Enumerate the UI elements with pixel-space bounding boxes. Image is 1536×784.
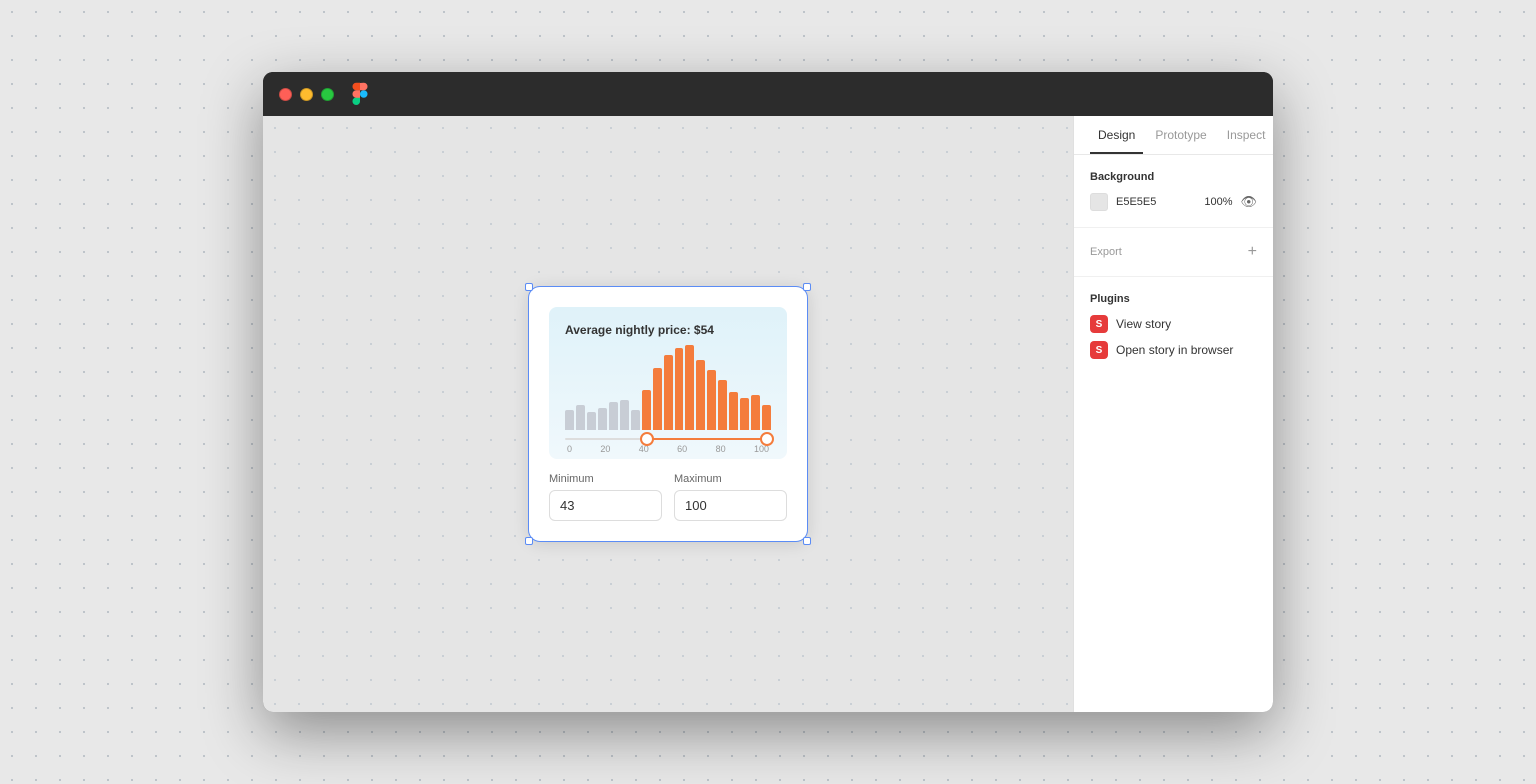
export-section: Export + [1074, 228, 1273, 277]
component-frame: Average nightly price: $54 0204060 [528, 286, 808, 542]
histogram-bar [598, 408, 607, 430]
background-section: Background E5E5E5 100% 👁 [1074, 155, 1273, 228]
color-swatch[interactable] [1090, 193, 1108, 211]
figma-logo [350, 80, 370, 108]
plugin-icon-open-story: S [1090, 341, 1108, 359]
inputs-row: Minimum Maximum [549, 473, 787, 521]
range-slider-track[interactable] [565, 438, 771, 440]
histogram-bar [685, 345, 694, 430]
plugin-label-open-story: Open story in browser [1116, 343, 1233, 357]
plugin-item-view-story[interactable]: S View story [1090, 315, 1257, 333]
histogram-container: 020406080100 [565, 347, 771, 447]
traffic-lights [279, 88, 334, 101]
export-row: Export + [1090, 244, 1257, 260]
app-body: Average nightly price: $54 0204060 [263, 116, 1273, 712]
axis-labels: 020406080100 [565, 444, 771, 454]
close-button[interactable] [279, 88, 292, 101]
handle-tr[interactable] [803, 283, 811, 291]
histogram-bar [642, 390, 651, 430]
tab-design[interactable]: Design [1090, 116, 1143, 154]
range-slider-fill [647, 438, 767, 440]
histogram-bar [653, 368, 662, 430]
histogram-bar [565, 410, 574, 430]
histogram-bar [718, 380, 727, 430]
histogram-bar [762, 405, 771, 430]
histogram-bar [729, 392, 738, 430]
avg-price-label: Average nightly price: $54 [565, 323, 771, 337]
handle-tl[interactable] [525, 283, 533, 291]
right-panel: Design Prototype Inspect Background E5E5… [1073, 116, 1273, 712]
plugins-title: Plugins [1090, 293, 1257, 305]
histogram-bar [576, 405, 585, 430]
export-add-button[interactable]: + [1248, 244, 1257, 260]
range-handle-right[interactable] [760, 432, 774, 446]
histogram-bar [620, 400, 629, 430]
axis-label: 20 [600, 444, 610, 454]
histogram-bar [740, 398, 749, 430]
histogram-bar [675, 348, 684, 430]
histogram-bar [696, 360, 705, 430]
plugin-icon-view-story: S [1090, 315, 1108, 333]
canvas-area[interactable]: Average nightly price: $54 0204060 [263, 116, 1073, 712]
plugin-label-view-story: View story [1116, 317, 1171, 331]
handle-br[interactable] [803, 537, 811, 545]
export-label: Export [1090, 246, 1122, 258]
handle-bl[interactable] [525, 537, 533, 545]
histogram-bar [609, 402, 618, 430]
minimum-input-group: Minimum [549, 473, 662, 521]
maximize-button[interactable] [321, 88, 334, 101]
histogram-bar [631, 410, 640, 430]
maximum-label: Maximum [674, 473, 787, 485]
title-bar [263, 72, 1273, 116]
plugin-item-open-story[interactable]: S Open story in browser [1090, 341, 1257, 359]
maximum-input[interactable] [674, 490, 787, 521]
color-opacity: 100% [1204, 196, 1232, 208]
tab-inspect[interactable]: Inspect [1219, 116, 1273, 154]
maximum-input-group: Maximum [674, 473, 787, 521]
background-title: Background [1090, 171, 1257, 183]
axis-label: 60 [677, 444, 687, 454]
histogram-bar [707, 370, 716, 430]
chart-area: Average nightly price: $54 0204060 [549, 307, 787, 459]
tab-prototype[interactable]: Prototype [1147, 116, 1214, 154]
histogram-bars [565, 347, 771, 432]
minimize-button[interactable] [300, 88, 313, 101]
minimum-label: Minimum [549, 473, 662, 485]
axis-label: 80 [716, 444, 726, 454]
plugins-section: Plugins S View story S Open story in bro… [1074, 277, 1273, 383]
minimum-input[interactable] [549, 490, 662, 521]
visibility-icon[interactable]: 👁 [1240, 194, 1257, 210]
histogram-bar [587, 412, 596, 430]
background-row: E5E5E5 100% 👁 [1090, 193, 1257, 211]
histogram-bar [664, 355, 673, 430]
axis-label: 0 [567, 444, 572, 454]
histogram-bar [751, 395, 760, 430]
panel-tabs: Design Prototype Inspect [1074, 116, 1273, 155]
app-window: Average nightly price: $54 0204060 [263, 72, 1273, 712]
color-hex: E5E5E5 [1116, 196, 1196, 208]
